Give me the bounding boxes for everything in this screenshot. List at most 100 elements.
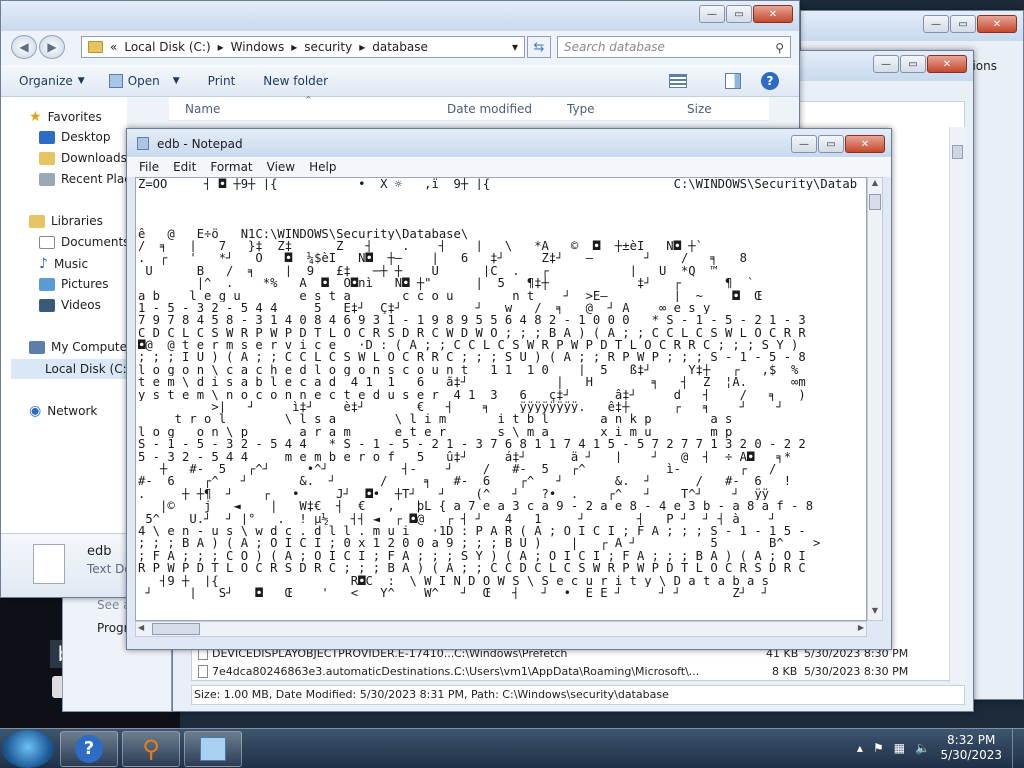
minimize-button[interactable]: — xyxy=(699,5,725,23)
nav-network[interactable]: ◉ Network xyxy=(29,403,97,419)
text-line: 1 - 5 - 3 2 - 5 4 4 5 É‡┘ Ç‡┘ ┘ w / ╕ @ … xyxy=(138,301,711,315)
nav-desktop[interactable]: Desktop xyxy=(39,130,111,144)
taskbar-notepad-app[interactable] xyxy=(184,731,242,767)
scroll-down-icon[interactable]: ▼ xyxy=(868,606,882,620)
text-line xyxy=(138,190,866,202)
maximize-button[interactable]: ▭ xyxy=(950,15,976,33)
fragment-text: Progr xyxy=(97,621,129,635)
command-bar: Organize ▼ Open ▼ Print New folder ? xyxy=(1,65,799,97)
show-hidden-icon[interactable]: ▴ xyxy=(857,741,863,755)
scrollbar-thumb[interactable] xyxy=(152,623,200,635)
search-icon[interactable]: ⚲ xyxy=(775,38,784,58)
organize-button[interactable]: Organize ▼ xyxy=(19,74,85,88)
column-type[interactable]: Type xyxy=(567,102,595,116)
close-button[interactable]: ✕ xyxy=(845,135,885,153)
taskbar-search-app[interactable]: ⚲ xyxy=(122,731,180,767)
back-button[interactable]: ◀ xyxy=(11,35,37,59)
nav-libraries[interactable]: Libraries xyxy=(29,214,103,228)
status-text: Size: 1.00 MB, Date Modified: 5/30/2023 … xyxy=(194,688,669,701)
view-options-icon[interactable] xyxy=(669,74,687,88)
recent-places-icon xyxy=(39,172,55,186)
maximize-button[interactable]: ▭ xyxy=(818,135,844,153)
text-line: 7 9 7 8 4 5 8 - 3 1 4 0 8 4 6 9 3 1 - 1 … xyxy=(138,314,806,327)
help-icon: ? xyxy=(75,735,103,763)
breadcrumb-windows[interactable]: Windows xyxy=(231,40,285,54)
forward-button[interactable]: ▶ xyxy=(39,35,65,59)
search-input[interactable]: Search database ⚲ xyxy=(557,36,791,58)
status-bar: Size: 1.00 MB, Date Modified: 5/30/2023 … xyxy=(191,685,965,705)
title-bar[interactable]: — ▭ ✕ xyxy=(1,1,799,31)
print-button[interactable]: Print xyxy=(208,74,236,88)
volume-icon[interactable]: 🔈 xyxy=(915,741,930,755)
window-title-fragment: ions xyxy=(972,59,997,73)
text-line: l o g o n \ c a c h e d l o g o n s c o … xyxy=(138,363,799,377)
nav-documents[interactable]: Documents xyxy=(39,235,129,249)
network-status-icon[interactable]: ▦ xyxy=(894,741,905,755)
folder-icon xyxy=(88,41,103,53)
preview-pane-icon[interactable] xyxy=(725,73,741,89)
title-bar[interactable]: — ▭ ✕ xyxy=(801,11,1023,41)
column-date-modified[interactable]: Date modified xyxy=(447,102,532,116)
column-size[interactable]: Size xyxy=(687,102,712,116)
breadcrumb-separator-icon[interactable]: ▸ xyxy=(218,40,224,54)
nav-local-disk[interactable]: Local Disk (C:) xyxy=(11,359,131,379)
show-desktop-button[interactable] xyxy=(1012,729,1024,768)
file-size: 8 KB xyxy=(772,665,798,678)
nav-favorites[interactable]: ★ Favorites xyxy=(29,109,102,125)
menu-edit[interactable]: Edit xyxy=(173,160,196,174)
menu-help[interactable]: Help xyxy=(309,160,336,174)
scrollbar-thumb[interactable] xyxy=(952,145,963,159)
scroll-right-icon[interactable]: ▶ xyxy=(858,623,864,632)
maximize-button[interactable]: ▭ xyxy=(726,5,752,23)
text-line: t e m \ d i s a b l e c a d 4 1 1 6 ã‡┘ … xyxy=(138,376,806,389)
column-name[interactable]: Name xyxy=(185,102,220,116)
breadcrumb-database[interactable]: database xyxy=(372,40,428,54)
nav-downloads[interactable]: Downloads xyxy=(39,151,127,165)
menu-file[interactable]: File xyxy=(139,160,159,174)
close-button[interactable]: ✕ xyxy=(753,5,793,23)
list-scrollbar[interactable] xyxy=(949,127,965,683)
new-folder-button[interactable]: New folder xyxy=(263,74,328,88)
address-dropdown-icon[interactable]: ▾ xyxy=(512,40,518,54)
text-editor[interactable]: Z=ÖÕ ┤ ◘ ┼9┼ |{ • X ☼ ,ï 9┼ |{ C:\WINDOW… xyxy=(135,177,867,621)
notepad-window: edb - Notepad — ▭ ✕ File Edit Format View … xyxy=(126,128,892,650)
vertical-scrollbar[interactable]: ▲ ▼ xyxy=(867,177,883,621)
nav-my-computer[interactable]: My Computer xyxy=(29,340,132,354)
open-button[interactable]: Open ▼ xyxy=(108,73,180,88)
menu-view[interactable]: View xyxy=(267,160,295,174)
file-icon xyxy=(198,665,208,678)
scroll-left-icon[interactable]: ◀ xyxy=(138,623,144,632)
clock[interactable]: 8:32 PM 5/30/2023 xyxy=(940,733,1002,763)
search-placeholder: Search database xyxy=(564,40,665,54)
desktop-icon xyxy=(39,130,55,144)
menu-format[interactable]: Format xyxy=(210,160,252,174)
minimize-button[interactable]: — xyxy=(791,135,817,153)
libraries-icon xyxy=(29,214,45,228)
nav-videos[interactable]: Videos xyxy=(39,298,101,312)
column-header: Name ^ Date modified Type Size xyxy=(169,95,769,121)
flag-icon[interactable]: ⚑ xyxy=(873,741,884,755)
nav-pictures[interactable]: Pictures xyxy=(39,277,109,291)
close-button[interactable]: ✕ xyxy=(927,55,967,73)
breadcrumb-security[interactable]: security xyxy=(304,40,352,54)
start-button[interactable] xyxy=(2,730,54,768)
scroll-up-icon[interactable]: ▲ xyxy=(868,178,882,192)
title-bar[interactable]: edb - Notepad — ▭ ✕ xyxy=(127,129,891,157)
text-line: C D C L C S W R P W P D T L O C R S D R … xyxy=(138,326,806,340)
scrollbar-thumb[interactable] xyxy=(869,194,881,210)
minimize-button[interactable]: — xyxy=(923,15,949,33)
list-item[interactable]: 7e4dca80246863e3.automaticDestinations..… xyxy=(196,663,966,681)
refresh-button[interactable]: ⇆ xyxy=(527,36,551,58)
breadcrumb-local-disk[interactable]: Local Disk (C:) xyxy=(124,40,210,54)
taskbar-help-app[interactable]: ? xyxy=(60,731,118,767)
maximize-button[interactable]: ▭ xyxy=(900,55,926,73)
breadcrumb-overflow[interactable]: « xyxy=(110,40,117,54)
help-icon[interactable]: ? xyxy=(761,72,779,90)
minimize-button[interactable]: — xyxy=(873,55,899,73)
close-button[interactable]: ✕ xyxy=(977,15,1017,33)
breadcrumb-separator-icon[interactable]: ▸ xyxy=(291,40,297,54)
address-bar[interactable]: « Local Disk (C:) ▸ Windows ▸ security ▸… xyxy=(81,36,525,58)
horizontal-scrollbar[interactable]: ◀ ▶ xyxy=(135,621,867,637)
nav-music[interactable]: ♪ Music xyxy=(39,256,88,272)
breadcrumb-separator-icon[interactable]: ▸ xyxy=(359,40,365,54)
